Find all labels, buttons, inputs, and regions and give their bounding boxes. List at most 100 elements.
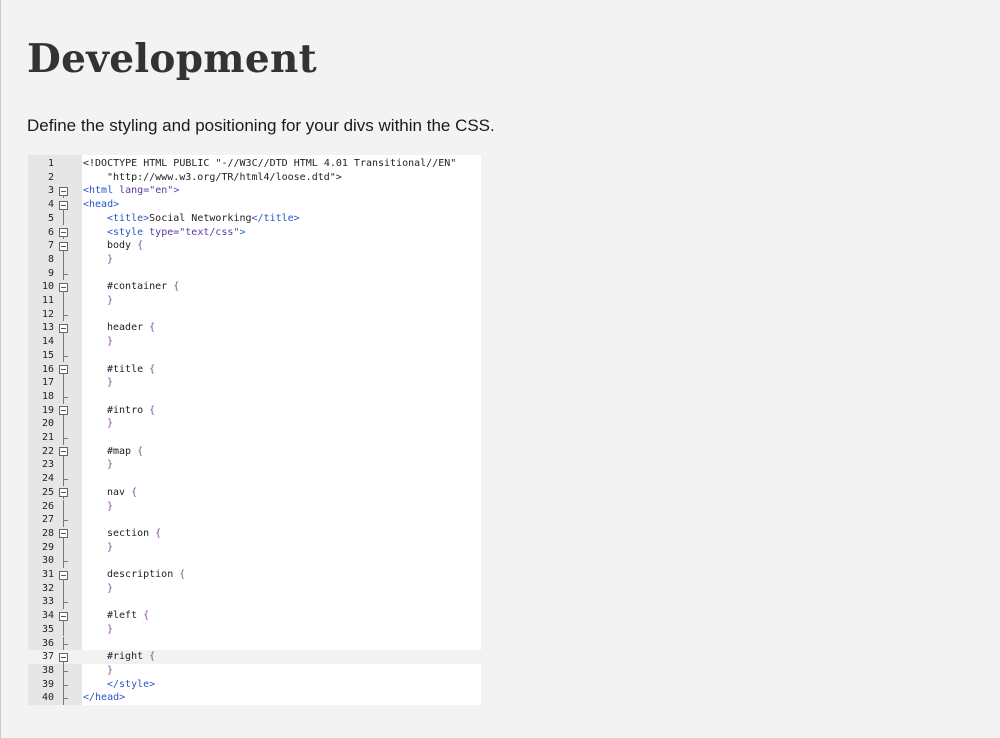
code-line: 12 <box>28 307 481 322</box>
code-token: #map <box>107 445 138 457</box>
fold-toggle-icon[interactable] <box>58 486 70 500</box>
code-text: } <box>107 253 113 267</box>
fold-guide-icon <box>58 540 70 555</box>
code-text: } <box>107 458 113 472</box>
code-line: 6 <style type="text/css"> <box>28 226 481 240</box>
fold-guide-icon <box>58 581 70 596</box>
code-line: 15 <box>28 348 481 363</box>
code-token: </style> <box>107 678 156 690</box>
line-number: 13 <box>41 322 54 334</box>
line-number: 30 <box>41 555 54 567</box>
intro-text: Define the styling and positioning for y… <box>27 116 495 135</box>
fold-toggle-icon[interactable] <box>58 445 70 459</box>
code-token: header <box>107 322 150 334</box>
code-text: } <box>107 500 113 514</box>
code-text: section { <box>107 527 161 541</box>
fold-toggle-icon[interactable] <box>58 321 70 336</box>
fold-toggle-icon[interactable] <box>58 568 70 582</box>
code-token: "http://www.w3.org/TR/html4/loose.dtd"> <box>107 171 342 183</box>
code-token: } <box>107 459 114 471</box>
code-token: section <box>107 527 156 539</box>
code-line: 30 <box>28 554 481 568</box>
fold-toggle-icon[interactable] <box>58 239 70 253</box>
code-token: } <box>107 336 114 348</box>
code-text: <style type="text/css"> <box>107 226 246 240</box>
code-line: 18 <box>28 389 481 404</box>
code-token: > <box>173 185 180 197</box>
line-number: 32 <box>41 582 54 594</box>
code-text: #map { <box>107 445 143 459</box>
code-token: nav <box>107 486 132 498</box>
line-number: 26 <box>41 500 54 512</box>
code-text: </head> <box>83 691 125 705</box>
line-number: 5 <box>47 212 54 224</box>
code-line: 22 #map { <box>28 445 481 459</box>
line-number: 36 <box>41 637 54 649</box>
line-number: 15 <box>41 349 54 361</box>
code-text: <html lang="en"> <box>83 184 179 198</box>
line-number: 40 <box>41 692 54 704</box>
fold-toggle-icon[interactable] <box>58 226 70 240</box>
code-token: <!DOCTYPE HTML PUBLIC "-//W3C//DTD HTML … <box>83 158 457 169</box>
code-line: 33 <box>28 595 481 610</box>
code-line: 7 body { <box>28 239 481 253</box>
line-number: 25 <box>41 486 54 498</box>
code-line: 34 #left { <box>28 609 481 623</box>
line-number: 1 <box>47 158 54 169</box>
fold-toggle-icon[interactable] <box>58 280 70 294</box>
fold-guide-icon <box>58 348 70 363</box>
line-number: 16 <box>41 363 54 375</box>
code-line: 13 header { <box>28 321 481 336</box>
code-text: "http://www.w3.org/TR/html4/loose.dtd"> <box>107 171 342 185</box>
code-token: #intro <box>107 404 150 416</box>
code-line: 23} <box>28 458 481 473</box>
fold-toggle-icon[interactable] <box>58 650 70 664</box>
fold-guide-icon <box>58 499 70 514</box>
fold-toggle-icon[interactable] <box>58 363 70 377</box>
code-line: 36 <box>28 636 481 651</box>
code-token: </title> <box>251 212 300 224</box>
code-line: 5 <title>Social Networking</title> <box>28 211 481 226</box>
line-number: 37 <box>41 651 54 663</box>
code-token: "text/css" <box>179 226 240 238</box>
fold-toggle-icon[interactable] <box>58 184 70 199</box>
code-token: description <box>107 569 180 580</box>
code-token: { <box>149 651 156 663</box>
line-number: 35 <box>41 623 54 635</box>
code-token: <html <box>83 185 120 197</box>
code-token: </head> <box>83 692 126 704</box>
code-line: 9 <box>28 266 481 281</box>
fold-guide-icon <box>58 513 70 527</box>
code-token: "en" <box>149 185 174 197</box>
code-token: body <box>107 240 138 252</box>
page-title: Development <box>27 36 317 82</box>
code-text: #left { <box>107 609 149 623</box>
code-text: } <box>107 582 113 596</box>
code-text: header { <box>107 321 155 335</box>
line-number: 20 <box>41 418 54 430</box>
line-number: 12 <box>41 308 54 320</box>
code-token: { <box>137 240 144 252</box>
code-text: } <box>107 376 113 390</box>
code-token: #right <box>107 651 150 663</box>
fold-guide-icon <box>58 335 70 349</box>
fold-toggle-icon[interactable] <box>58 198 70 212</box>
fold-guide-icon <box>58 307 70 322</box>
code-line: 35} <box>28 622 481 637</box>
fold-guide-icon <box>58 691 70 705</box>
code-text: } <box>107 664 113 678</box>
code-line: 32} <box>28 581 481 596</box>
code-line: 16 #title { <box>28 363 481 377</box>
line-number: 10 <box>41 281 54 293</box>
code-line: 14} <box>28 335 481 349</box>
fold-toggle-icon[interactable] <box>58 527 70 541</box>
code-token: } <box>107 541 114 553</box>
fold-toggle-icon[interactable] <box>58 404 70 418</box>
line-number: 19 <box>41 404 54 416</box>
code-line: 37 #right { <box>28 650 481 664</box>
line-number: 33 <box>41 596 54 608</box>
code-line: 38} <box>28 663 481 678</box>
code-line: 11} <box>28 294 481 308</box>
fold-toggle-icon[interactable] <box>58 609 70 623</box>
code-editor[interactable]: 1 <!DOCTYPE HTML PUBLIC "-//W3C//DTD HTML… <box>28 155 481 705</box>
